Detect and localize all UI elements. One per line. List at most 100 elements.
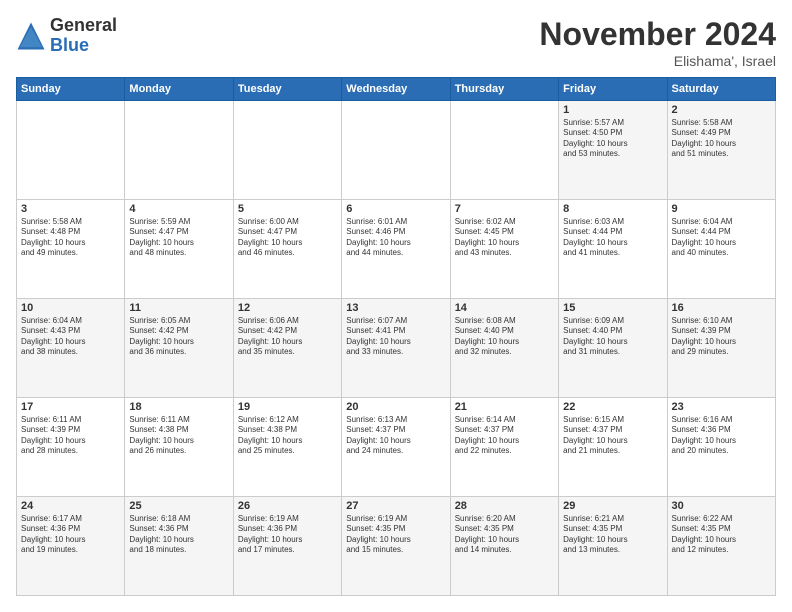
calendar-cell: 18 Sunrise: 6:11 AM Sunset: 4:38 PM Dayli…	[125, 398, 233, 497]
day-number: 3	[21, 203, 120, 215]
day-number: 12	[238, 302, 337, 314]
calendar-cell: 14 Sunrise: 6:08 AM Sunset: 4:40 PM Dayli…	[450, 299, 558, 398]
calendar-cell: 10 Sunrise: 6:04 AM Sunset: 4:43 PM Dayli…	[17, 299, 125, 398]
month-title: November 2024	[539, 16, 776, 53]
day-number: 13	[346, 302, 445, 314]
cell-info: Sunrise: 6:04 AM Sunset: 4:44 PM Dayligh…	[672, 217, 771, 259]
cell-info: Sunrise: 6:22 AM Sunset: 4:35 PM Dayligh…	[672, 514, 771, 556]
day-number: 26	[238, 500, 337, 512]
cell-info: Sunrise: 5:58 AM Sunset: 4:49 PM Dayligh…	[672, 118, 771, 160]
calendar-cell: 19 Sunrise: 6:12 AM Sunset: 4:38 PM Dayli…	[233, 398, 341, 497]
day-number: 1	[563, 104, 662, 116]
cell-info: Sunrise: 6:08 AM Sunset: 4:40 PM Dayligh…	[455, 316, 554, 358]
day-number: 5	[238, 203, 337, 215]
day-number: 8	[563, 203, 662, 215]
calendar-cell: 2 Sunrise: 5:58 AM Sunset: 4:49 PM Daylig…	[667, 101, 775, 200]
cell-info: Sunrise: 6:00 AM Sunset: 4:47 PM Dayligh…	[238, 217, 337, 259]
day-number: 27	[346, 500, 445, 512]
calendar-cell: 21Sunrise: 6:14 AM Sunset: 4:37 PM Dayli…	[450, 398, 558, 497]
calendar-cell	[233, 101, 341, 200]
day-number: 28	[455, 500, 554, 512]
calendar-cell: 20 Sunrise: 6:13 AM Sunset: 4:37 PM Dayli…	[342, 398, 450, 497]
cell-info: Sunrise: 6:19 AM Sunset: 4:35 PM Dayligh…	[346, 514, 445, 556]
calendar-cell: 15 Sunrise: 6:09 AM Sunset: 4:40 PM Dayli…	[559, 299, 667, 398]
day-number: 23	[672, 401, 771, 413]
cell-info: Sunrise: 5:59 AM Sunset: 4:47 PM Dayligh…	[129, 217, 228, 259]
calendar-cell: 7Sunrise: 6:02 AM Sunset: 4:45 PM Daylig…	[450, 200, 558, 299]
cell-info: Sunrise: 6:12 AM Sunset: 4:38 PM Dayligh…	[238, 415, 337, 457]
cell-info: Sunrise: 6:11 AM Sunset: 4:39 PM Dayligh…	[21, 415, 120, 457]
cell-info: Sunrise: 6:03 AM Sunset: 4:44 PM Dayligh…	[563, 217, 662, 259]
cell-info: Sunrise: 5:57 AM Sunset: 4:50 PM Dayligh…	[563, 118, 662, 160]
weekday-header-sunday: Sunday	[17, 78, 125, 101]
calendar-cell: 30 Sunrise: 6:22 AM Sunset: 4:35 PM Dayli…	[667, 497, 775, 596]
calendar-cell	[450, 101, 558, 200]
calendar-cell: 5 Sunrise: 6:00 AM Sunset: 4:47 PM Daylig…	[233, 200, 341, 299]
calendar-cell	[125, 101, 233, 200]
cell-info: Sunrise: 6:01 AM Sunset: 4:46 PM Dayligh…	[346, 217, 445, 259]
calendar-cell: 23Sunrise: 6:16 AM Sunset: 4:36 PM Dayli…	[667, 398, 775, 497]
day-number: 30	[672, 500, 771, 512]
calendar-cell: 13 Sunrise: 6:07 AM Sunset: 4:41 PM Dayli…	[342, 299, 450, 398]
logo-general-label: General	[50, 16, 117, 36]
logo: General Blue	[16, 16, 117, 56]
cell-info: Sunrise: 6:13 AM Sunset: 4:37 PM Dayligh…	[346, 415, 445, 457]
calendar-cell: 16 Sunrise: 6:10 AM Sunset: 4:39 PM Dayli…	[667, 299, 775, 398]
calendar-cell: 28 Sunrise: 6:20 AM Sunset: 4:35 PM Dayli…	[450, 497, 558, 596]
day-number: 17	[21, 401, 120, 413]
weekday-header-tuesday: Tuesday	[233, 78, 341, 101]
cell-info: Sunrise: 6:20 AM Sunset: 4:35 PM Dayligh…	[455, 514, 554, 556]
calendar-cell: 11 Sunrise: 6:05 AM Sunset: 4:42 PM Dayli…	[125, 299, 233, 398]
calendar-cell: 12 Sunrise: 6:06 AM Sunset: 4:42 PM Dayli…	[233, 299, 341, 398]
weekday-header-friday: Friday	[559, 78, 667, 101]
calendar-cell: 29 Sunrise: 6:21 AM Sunset: 4:35 PM Dayli…	[559, 497, 667, 596]
logo-icon	[16, 21, 46, 51]
logo-blue-label: Blue	[50, 36, 117, 56]
location: Elishama', Israel	[539, 53, 776, 69]
day-number: 21	[455, 401, 554, 413]
cell-info: Sunrise: 6:21 AM Sunset: 4:35 PM Dayligh…	[563, 514, 662, 556]
header: General Blue November 2024 Elishama', Is…	[16, 16, 776, 69]
day-number: 2	[672, 104, 771, 116]
calendar-cell	[17, 101, 125, 200]
day-number: 11	[129, 302, 228, 314]
day-number: 19	[238, 401, 337, 413]
day-number: 16	[672, 302, 771, 314]
calendar-cell: 6Sunrise: 6:01 AM Sunset: 4:46 PM Daylig…	[342, 200, 450, 299]
calendar-cell: 9 Sunrise: 6:04 AM Sunset: 4:44 PM Daylig…	[667, 200, 775, 299]
week-row-3: 10 Sunrise: 6:04 AM Sunset: 4:43 PM Dayli…	[17, 299, 776, 398]
cell-info: Sunrise: 6:11 AM Sunset: 4:38 PM Dayligh…	[129, 415, 228, 457]
cell-info: Sunrise: 6:18 AM Sunset: 4:36 PM Dayligh…	[129, 514, 228, 556]
cell-info: Sunrise: 6:06 AM Sunset: 4:42 PM Dayligh…	[238, 316, 337, 358]
weekday-header-row: SundayMondayTuesdayWednesdayThursdayFrid…	[17, 78, 776, 101]
day-number: 10	[21, 302, 120, 314]
calendar-cell: 1 Sunrise: 5:57 AM Sunset: 4:50 PM Daylig…	[559, 101, 667, 200]
day-number: 15	[563, 302, 662, 314]
cell-info: Sunrise: 6:19 AM Sunset: 4:36 PM Dayligh…	[238, 514, 337, 556]
weekday-header-wednesday: Wednesday	[342, 78, 450, 101]
week-row-2: 3 Sunrise: 5:58 AM Sunset: 4:48 PM Daylig…	[17, 200, 776, 299]
day-number: 4	[129, 203, 228, 215]
day-number: 14	[455, 302, 554, 314]
weekday-header-saturday: Saturday	[667, 78, 775, 101]
cell-info: Sunrise: 6:04 AM Sunset: 4:43 PM Dayligh…	[21, 316, 120, 358]
cell-info: Sunrise: 6:09 AM Sunset: 4:40 PM Dayligh…	[563, 316, 662, 358]
title-block: November 2024 Elishama', Israel	[539, 16, 776, 69]
cell-info: Sunrise: 6:17 AM Sunset: 4:36 PM Dayligh…	[21, 514, 120, 556]
logo-text: General Blue	[50, 16, 117, 56]
cell-info: Sunrise: 5:58 AM Sunset: 4:48 PM Dayligh…	[21, 217, 120, 259]
calendar-cell: 25 Sunrise: 6:18 AM Sunset: 4:36 PM Dayli…	[125, 497, 233, 596]
cell-info: Sunrise: 6:05 AM Sunset: 4:42 PM Dayligh…	[129, 316, 228, 358]
cell-info: Sunrise: 6:07 AM Sunset: 4:41 PM Dayligh…	[346, 316, 445, 358]
calendar-cell: 27 Sunrise: 6:19 AM Sunset: 4:35 PM Dayli…	[342, 497, 450, 596]
calendar-table: SundayMondayTuesdayWednesdayThursdayFrid…	[16, 77, 776, 596]
calendar-cell: 3 Sunrise: 5:58 AM Sunset: 4:48 PM Daylig…	[17, 200, 125, 299]
day-number: 29	[563, 500, 662, 512]
day-number: 9	[672, 203, 771, 215]
day-number: 20	[346, 401, 445, 413]
day-number: 25	[129, 500, 228, 512]
calendar-cell: 26 Sunrise: 6:19 AM Sunset: 4:36 PM Dayli…	[233, 497, 341, 596]
day-number: 18	[129, 401, 228, 413]
cell-info: Sunrise: 6:10 AM Sunset: 4:39 PM Dayligh…	[672, 316, 771, 358]
day-number: 7	[455, 203, 554, 215]
